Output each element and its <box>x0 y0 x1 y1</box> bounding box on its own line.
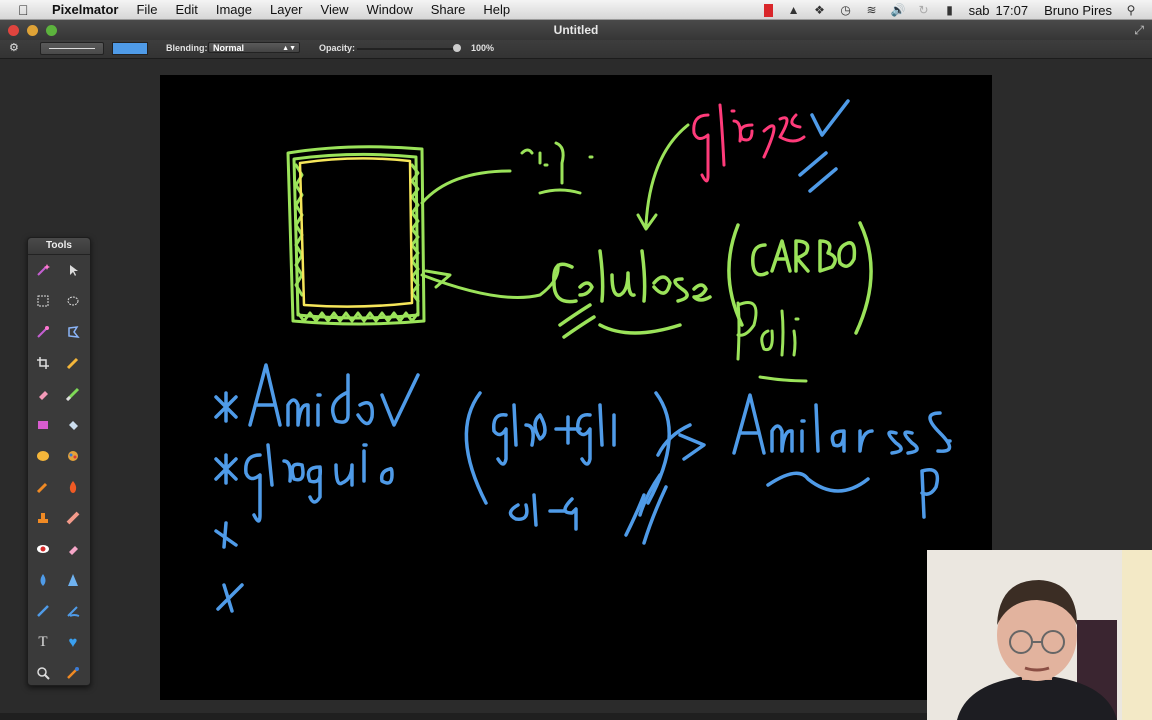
poli-text <box>736 301 808 383</box>
tools-palette-title: Tools <box>28 238 90 255</box>
apple-icon[interactable]:  <box>18 3 32 17</box>
fullscreen-icon[interactable]: ⤢ <box>1134 23 1144 38</box>
eraser-pink-icon[interactable] <box>62 538 84 560</box>
dock-edge <box>0 713 927 720</box>
blending-select[interactable]: Normal ▲▼ <box>208 42 300 53</box>
brush-icon[interactable] <box>62 383 84 405</box>
smudge-icon[interactable] <box>32 476 54 498</box>
rectangle-shape-icon[interactable] <box>32 414 54 436</box>
arrows-green <box>420 141 594 299</box>
menu-app-name[interactable]: Pixelmator <box>46 2 127 17</box>
opacity-value: 100% <box>471 43 495 53</box>
volume-icon[interactable]: 🔊 <box>891 3 906 17</box>
menu-bar:  Pixelmator File Edit Image Layer View … <box>0 0 1152 20</box>
blending-label: Blending: <box>166 43 208 53</box>
freeform-pen-icon[interactable] <box>62 600 84 622</box>
blur-icon[interactable] <box>32 569 54 591</box>
opacity-slider[interactable] <box>357 48 459 50</box>
pencil-icon[interactable] <box>62 352 84 374</box>
arrow-glicose-celulose <box>644 123 690 227</box>
menu-image[interactable]: Image <box>207 2 261 17</box>
status-area: ▲ ❖ ◷ ≋ 🔊 ↻ ▮ sab 17:07 Bruno Pires ⚲ <box>763 0 1152 20</box>
color-picker-icon[interactable] <box>62 445 84 467</box>
ellipse-shape-icon[interactable] <box>32 445 54 467</box>
sync-icon[interactable]: ↻ <box>917 3 931 17</box>
presenter-video <box>927 550 1152 720</box>
menu-edit[interactable]: Edit <box>166 2 206 17</box>
red-flag-icon[interactable] <box>763 3 773 17</box>
clock-time[interactable]: 17:07 <box>996 3 1029 18</box>
dropbox-icon[interactable]: ❖ <box>813 3 827 17</box>
arrow-icon[interactable] <box>62 259 84 281</box>
glicose-text <box>692 103 806 183</box>
paint-bucket-icon[interactable] <box>62 414 84 436</box>
red-eye-icon[interactable] <box>32 538 54 560</box>
window-titlebar: Untitled ⤢ <box>0 20 1152 41</box>
clock-day[interactable]: sab <box>969 3 990 18</box>
brush-color-well[interactable] <box>112 42 148 55</box>
drawing-layer <box>214 99 952 613</box>
search-icon[interactable]: ⚲ <box>1124 3 1138 17</box>
wifi-icon[interactable]: ≋ <box>865 3 879 17</box>
custom-shape-icon[interactable]: ♥ <box>62 631 84 653</box>
brush-preset-selector[interactable] <box>40 42 104 55</box>
battery-icon[interactable]: ▮ <box>943 3 957 17</box>
amido-notes <box>214 363 952 613</box>
cell-wall-drawing <box>286 145 426 326</box>
type-icon[interactable]: T <box>32 631 54 653</box>
adobe-icon[interactable]: ▲ <box>787 3 801 17</box>
menu-layer[interactable]: Layer <box>261 2 312 17</box>
lasso-icon[interactable] <box>62 321 84 343</box>
menu-window[interactable]: Window <box>357 2 421 17</box>
tools-palette: Tools T ♥ <box>27 237 91 686</box>
stamp-icon[interactable] <box>32 507 54 529</box>
user-name[interactable]: Bruno Pires <box>1044 3 1112 18</box>
blending-value: Normal <box>213 43 245 53</box>
eyedropper-select-icon[interactable] <box>32 321 54 343</box>
checkmarks-blue <box>798 99 850 193</box>
chevron-updown-icon: ▲▼ <box>282 45 296 52</box>
opacity-label: Opacity: <box>319 43 356 53</box>
menu-file[interactable]: File <box>127 2 166 17</box>
pen-icon[interactable] <box>32 600 54 622</box>
menu-view[interactable]: View <box>312 2 358 17</box>
crop-icon[interactable] <box>32 352 54 374</box>
window-title: Untitled <box>553 23 599 37</box>
menu-help[interactable]: Help <box>474 2 519 17</box>
magic-wand-icon[interactable] <box>32 259 54 281</box>
healing-icon[interactable] <box>62 507 84 529</box>
menu-share[interactable]: Share <box>422 2 475 17</box>
zoom-icon[interactable] <box>32 662 54 684</box>
membrane-drawing <box>298 157 414 308</box>
eyedropper-icon[interactable] <box>62 662 84 684</box>
rect-select-icon[interactable] <box>32 290 54 312</box>
burn-icon[interactable] <box>62 476 84 498</box>
timemachine-icon[interactable]: ◷ <box>839 3 853 17</box>
sharpen-icon[interactable] <box>62 569 84 591</box>
webcam-overlay <box>927 550 1152 720</box>
tool-options-bar: ⚙ Blending: Normal ▲▼ Opacity: 100% <box>0 40 1152 59</box>
eraser-icon[interactable] <box>32 383 54 405</box>
opacity-slider-knob[interactable] <box>453 44 461 52</box>
celulose-text <box>552 221 873 339</box>
gear-icon[interactable]: ⚙ <box>9 41 19 54</box>
image-canvas[interactable] <box>160 75 992 700</box>
ellipse-select-icon[interactable] <box>62 290 84 312</box>
